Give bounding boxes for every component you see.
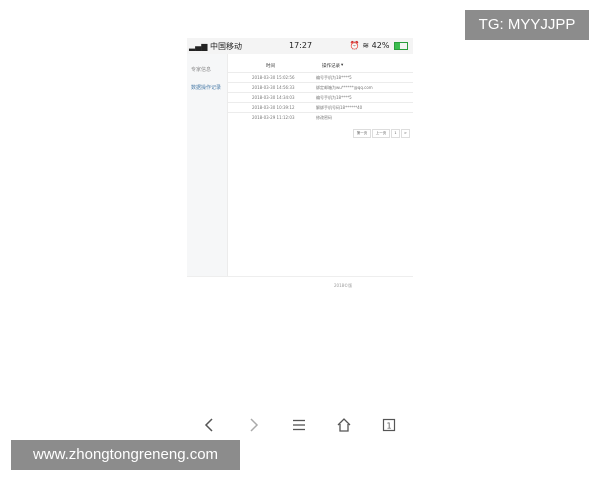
carrier-label: ▂▄▆ 中国移动 [189,42,243,51]
pagination: 第一页 上一页 1 > [353,129,413,138]
menu-icon [293,419,305,431]
battery-icon [394,41,408,50]
wifi-icon: ≋ [362,41,370,50]
menu-button[interactable] [288,414,310,436]
table-header: 时间 操作记录 ▾ [228,61,413,71]
row-action: 解绑手机号码18******40 [316,105,363,110]
records-panel: 时间 操作记录 ▾ 2018-03-30 15:02:56 编号手机为18***… [228,54,413,276]
table-row: 2018-03-30 10:39:12 解绑手机号码18******40 [228,102,413,112]
footer: 2018©版 [187,276,413,297]
row-time: 2018-03-29 11:12:03 [252,115,295,120]
sidebar: 专家信息 数据操作记录 [187,54,228,276]
row-time: 2018-03-30 14:56:33 [252,85,295,90]
next-page-button[interactable]: > [401,129,410,138]
sidebar-item-operation-records[interactable]: 数据操作记录 [191,84,221,91]
row-time: 2018-03-30 15:02:56 [252,75,295,80]
prev-page-button[interactable]: 上一页 [372,129,390,138]
alarm-icon: ⏰ [349,41,360,50]
column-header-time: 时间 [266,64,275,69]
row-time: 2018-03-30 14:34:03 [252,95,295,100]
page-number-button[interactable]: 1 [391,129,400,138]
table-row: 2018-03-30 15:02:56 编号手机为18****5 [228,72,413,82]
row-time: 2018-03-30 10:39:12 [252,105,295,110]
table-row: 2018-03-30 14:56:33 绑定邮箱为wu******@qq.com [228,82,413,92]
status-time: 17:27 [289,41,313,50]
status-bar: ▂▄▆ 中国移动 17:27 ⏰ ≋ 42% [187,38,413,54]
home-icon [337,418,351,432]
battery-percent: 42% [371,41,390,50]
home-button[interactable] [333,414,355,436]
watermark-top-right: TG: MYYJJPP [465,10,589,40]
tabs-button[interactable]: 1 [378,414,400,436]
row-action: 编号手机为18****5 [316,95,352,100]
column-header-action[interactable]: 操作记录 [322,63,340,69]
signal-icon: ▂▄▆ [189,42,208,51]
table-row: 2018-03-30 14:34:03 编号手机为18****5 [228,92,413,102]
row-action: 绑定邮箱为wu******@qq.com [316,85,373,90]
table-row: 2018-03-29 11:12:03 修改密码 [228,112,413,122]
status-right: ⏰ ≋ 42% [350,41,408,50]
footer-copyright: 2018©版 [334,283,353,288]
sort-icon[interactable]: ▾ [341,63,343,68]
chevron-left-icon [204,418,213,432]
forward-button[interactable] [243,414,265,436]
row-action: 修改密码 [316,115,332,120]
phone-screenshot: ▂▄▆ 中国移动 17:27 ⏰ ≋ 42% 专家信息 数据操作记录 时间 操作… [187,38,413,296]
row-action: 编号手机为18****5 [316,75,352,80]
tabs-count-icon: 1 [382,418,396,432]
svg-text:1: 1 [386,422,391,431]
chevron-right-icon [250,418,259,432]
watermark-website: www.zhongtongreneng.com [11,440,240,470]
first-page-button[interactable]: 第一页 [353,129,371,138]
sidebar-item-expert-info[interactable]: 专家信息 [191,66,211,73]
back-button[interactable] [198,414,220,436]
